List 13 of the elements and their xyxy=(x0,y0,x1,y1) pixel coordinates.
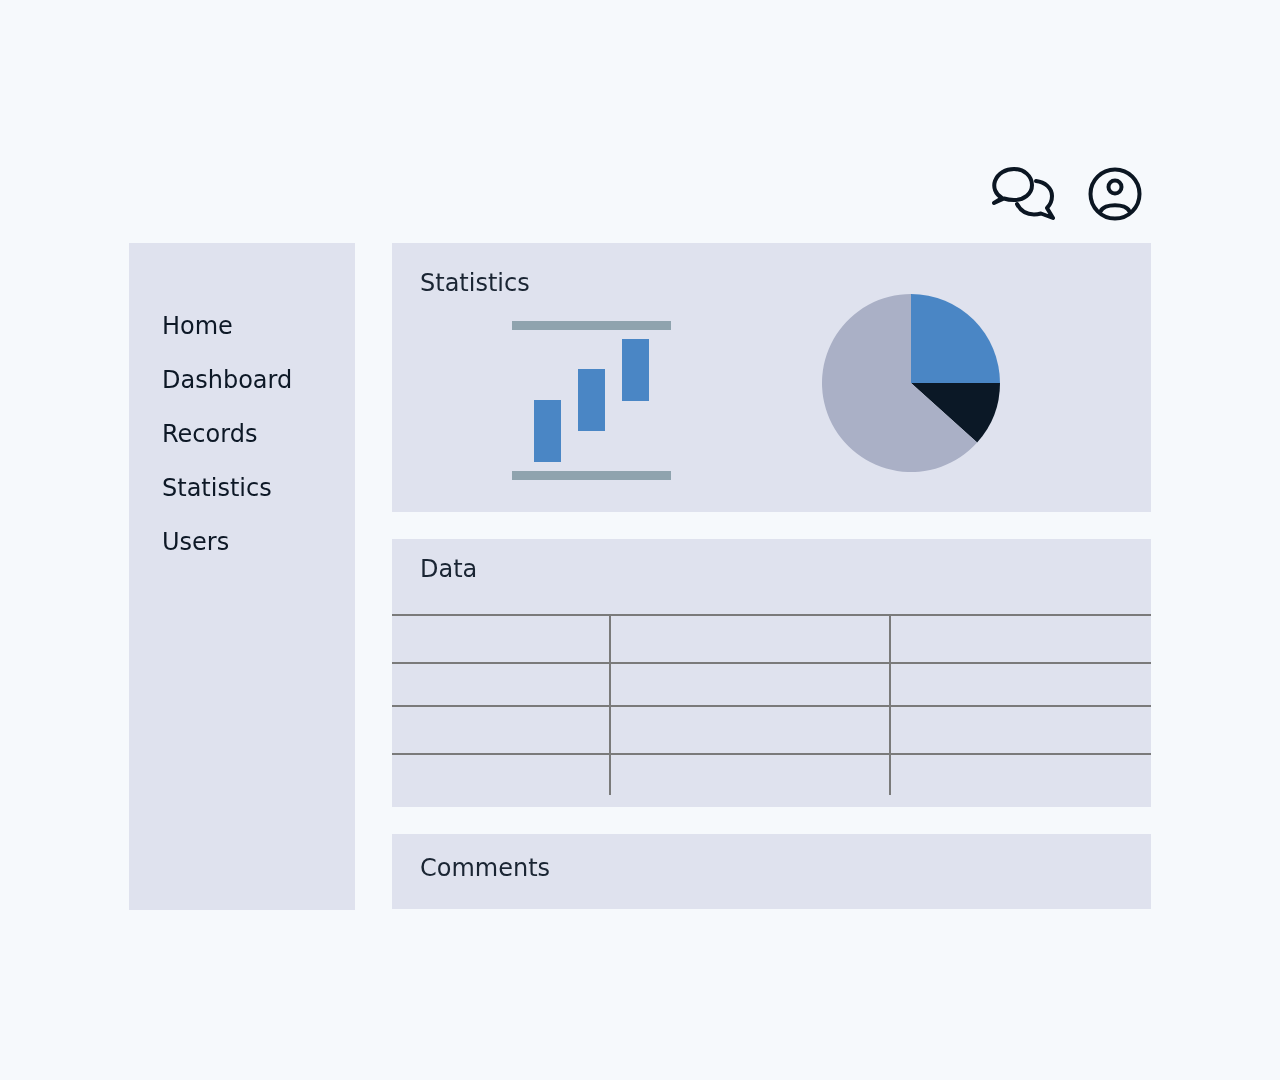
chat-icon[interactable] xyxy=(991,167,1057,221)
sidebar-item[interactable]: Home xyxy=(154,311,241,341)
chart-bar xyxy=(578,369,605,431)
panel-title: Data xyxy=(420,554,478,584)
sidebar-item[interactable]: Statistics xyxy=(154,473,280,503)
sidebar-item[interactable]: Dashboard xyxy=(154,365,301,395)
user-icon[interactable] xyxy=(1088,167,1142,221)
panel-title: Comments xyxy=(420,853,551,883)
sidebar-item[interactable]: Users xyxy=(154,527,238,557)
chart-bar xyxy=(534,400,561,462)
panel-title: Statistics xyxy=(420,268,530,298)
sidebar-item[interactable]: Records xyxy=(154,419,266,449)
chart-bar xyxy=(622,339,649,401)
